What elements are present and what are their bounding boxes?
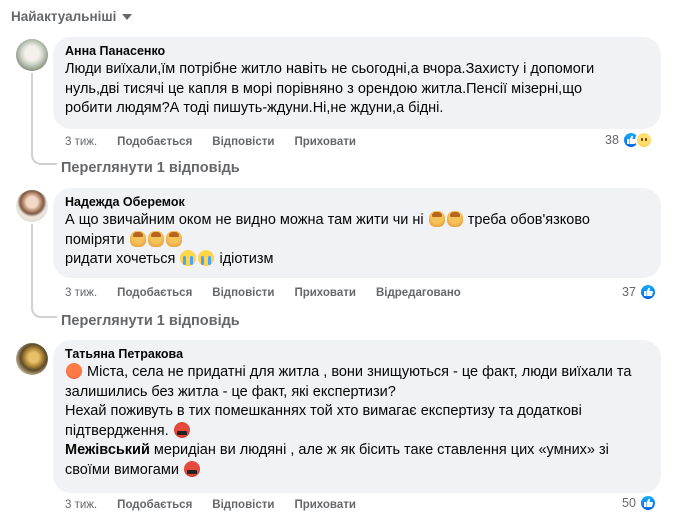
person-emoji-icon xyxy=(147,230,164,247)
reply-button[interactable]: Відповісти xyxy=(212,136,274,148)
avatar[interactable] xyxy=(16,190,48,222)
like-button[interactable]: Подобається xyxy=(117,287,192,299)
thread-line xyxy=(31,73,33,153)
avatar[interactable] xyxy=(16,39,48,71)
like-reaction-icon xyxy=(638,494,657,512)
reaction-count: 38 xyxy=(605,133,619,147)
comment-text: Міста, села не придатні для житла , вони… xyxy=(65,363,632,478)
avatar[interactable] xyxy=(16,343,48,375)
person-emoji-icon xyxy=(165,230,182,247)
hide-button[interactable]: Приховати xyxy=(294,499,356,511)
comment-actions: 3 тиж. Подобається Відповісти Приховати xyxy=(65,497,376,513)
reply-button[interactable]: Відповісти xyxy=(212,499,274,511)
reply-button[interactable]: Відповісти xyxy=(212,287,274,299)
comment-time[interactable]: 3 тиж. xyxy=(65,136,97,148)
comment-time[interactable]: 3 тиж. xyxy=(65,499,97,511)
crying-emoji-icon xyxy=(180,250,197,266)
like-button[interactable]: Подобається xyxy=(117,499,192,511)
swearing-emoji-icon xyxy=(183,460,200,477)
person-emoji-icon xyxy=(129,230,146,247)
angry-emoji-icon xyxy=(66,363,82,379)
hide-button[interactable]: Приховати xyxy=(294,136,356,148)
sort-label: Найактуальніші xyxy=(11,8,117,24)
comment-text: Люди виїхали,їм потрібне житло навіть не… xyxy=(65,61,595,116)
mentioned-name[interactable]: Межівський xyxy=(65,442,150,458)
comment-actions: 3 тиж. Подобається Відповісти Приховати … xyxy=(65,285,481,301)
comment-bubble: Анна Панасенко Люди виїхали,їм потрібне … xyxy=(53,37,661,129)
reaction-count: 37 xyxy=(622,285,636,299)
view-replies-link[interactable]: Переглянути 1 відповідь xyxy=(61,313,240,329)
comment-actions: 3 тиж. Подобається Відповісти Приховати xyxy=(65,134,376,150)
like-reaction-icon xyxy=(638,283,657,301)
thread-elbow xyxy=(31,153,57,165)
comment-time[interactable]: 3 тиж. xyxy=(65,287,97,299)
person-emoji-icon xyxy=(446,211,463,227)
reaction-count: 50 xyxy=(622,496,636,510)
person-emoji-icon xyxy=(428,211,445,227)
comment-author[interactable]: Надежда Оберемок xyxy=(65,194,649,210)
sort-dropdown[interactable]: Найактуальніші xyxy=(11,7,133,25)
thread-elbow xyxy=(31,306,57,318)
comment-author[interactable]: Анна Панасенко xyxy=(65,43,649,59)
swearing-emoji-icon xyxy=(173,421,190,438)
thread-line xyxy=(31,224,33,306)
reaction-summary[interactable]: 37 xyxy=(622,283,657,301)
edited-label[interactable]: Відредаговано xyxy=(376,287,461,299)
hide-button[interactable]: Приховати xyxy=(294,287,356,299)
like-button[interactable]: Подобається xyxy=(117,136,192,148)
comment-bubble: Надежда Оберемок А що звичайним оком не … xyxy=(53,188,661,278)
crying-emoji-icon xyxy=(198,250,215,266)
chevron-down-icon xyxy=(122,14,133,20)
comment-bubble: Татьяна Петракова Міста, села не придатн… xyxy=(53,340,661,493)
comment-text: А що звичайним оком не видно можна там ж… xyxy=(65,211,590,267)
view-replies-link[interactable]: Переглянути 1 відповідь xyxy=(61,160,240,176)
comment-author[interactable]: Татьяна Петракова xyxy=(65,346,649,362)
sad-reaction-icon xyxy=(634,131,653,149)
reaction-summary[interactable]: 50 xyxy=(622,494,657,512)
reaction-summary[interactable]: 38 xyxy=(605,131,653,149)
